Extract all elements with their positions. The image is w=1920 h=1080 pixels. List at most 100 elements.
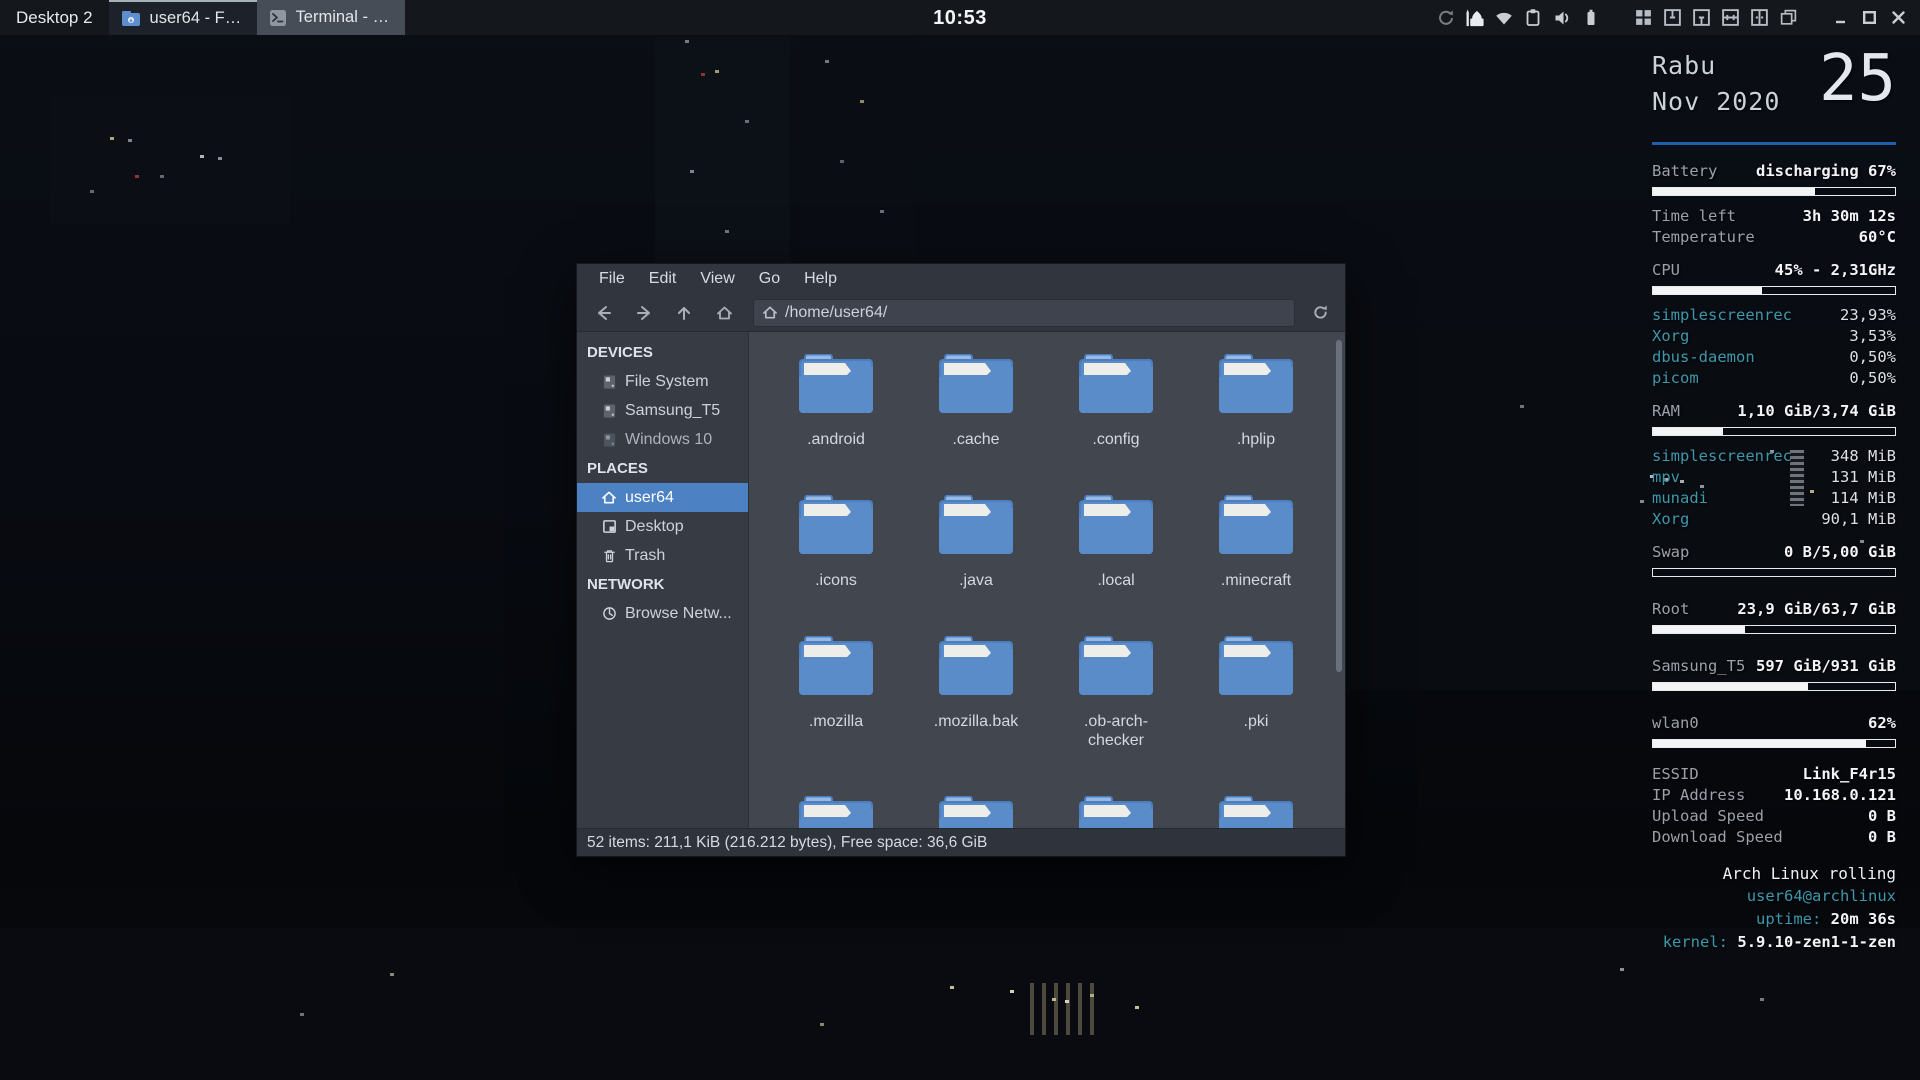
- folder-item[interactable]: .java: [906, 495, 1046, 590]
- up-arrow-icon: [679, 308, 689, 319]
- sync-icon[interactable]: [1436, 7, 1456, 29]
- mosque-icon[interactable]: [1465, 7, 1485, 29]
- folder-icon: [1218, 354, 1294, 419]
- taskbar-task[interactable]: user64 - File ...: [109, 0, 257, 35]
- menu-item-file[interactable]: File: [587, 264, 637, 294]
- wifi-icon[interactable]: [1494, 7, 1514, 29]
- layout-swap-horizontal-icon[interactable]: [1720, 7, 1740, 29]
- folder-item[interactable]: .icons: [766, 495, 906, 590]
- sidebar-item-user64[interactable]: user64: [577, 483, 748, 512]
- process-row: simplescreenrec348 MiB: [1652, 446, 1896, 467]
- sidebar-item-desktop[interactable]: Desktop: [577, 512, 748, 541]
- layout-push-up-icon[interactable]: [1691, 7, 1711, 29]
- folder-item[interactable]: .mozilla.bak: [906, 636, 1046, 750]
- stat-value: 23,93%: [1840, 305, 1896, 326]
- date-divider: [1652, 142, 1896, 145]
- scrollbar-thumb[interactable]: [1336, 340, 1342, 672]
- folder-icon: [1078, 354, 1154, 419]
- folder-name: .mozilla: [809, 712, 863, 731]
- layout-push-down-icon[interactable]: [1662, 7, 1682, 29]
- conky-date: Rabu Nov 2020 25: [1652, 48, 1896, 134]
- folder-item[interactable]: .minecraft: [1186, 495, 1326, 590]
- folder-icon: [1218, 354, 1294, 414]
- stat-label: Xorg: [1652, 326, 1689, 347]
- stat-value: 597 GiB/931 GiB: [1756, 656, 1896, 677]
- folder-item-partial[interactable]: [1046, 796, 1186, 828]
- folder-item[interactable]: .mozilla: [766, 636, 906, 750]
- scrollbar[interactable]: [1335, 336, 1343, 826]
- workspace-label[interactable]: Desktop 2: [0, 0, 109, 35]
- stat-label: Download Speed: [1652, 827, 1783, 848]
- folder-icon: [938, 796, 1014, 828]
- sidebar-item-label: Trash: [625, 541, 665, 570]
- building-silhouette: [0, 928, 1920, 1080]
- stat-label: mpv: [1652, 467, 1680, 488]
- stat-label: IP Address: [1652, 785, 1745, 806]
- stat-bar-fill: [1653, 740, 1866, 747]
- volume-icon[interactable]: [1552, 7, 1572, 29]
- up-button[interactable]: [665, 298, 703, 328]
- layout-grid-icon[interactable]: [1633, 7, 1653, 29]
- folder-item-partial[interactable]: [1186, 796, 1326, 828]
- stat-value: 1,10 GiB/3,74 GiB: [1737, 401, 1896, 422]
- stat-gap: [1652, 701, 1896, 713]
- folder-view: .android .cache .config.hplip .icons.java.l…: [749, 332, 1345, 828]
- home-button[interactable]: [705, 298, 743, 328]
- folder-icon: [1078, 636, 1154, 701]
- refresh-icon: [1312, 304, 1329, 321]
- folder-item[interactable]: .pki: [1186, 636, 1326, 750]
- stat-bar: [1652, 625, 1896, 634]
- folder-icon: [1078, 636, 1154, 696]
- forward-button[interactable]: [625, 298, 663, 328]
- stat-bar: [1652, 568, 1896, 577]
- stat-label: wlan0: [1652, 713, 1699, 734]
- minimize-icon[interactable]: [1830, 7, 1850, 29]
- folder-icon: [1078, 796, 1154, 828]
- building-silhouette: [50, 95, 290, 225]
- menu-item-go[interactable]: Go: [747, 264, 792, 294]
- copy-icon[interactable]: [1778, 7, 1798, 29]
- stat-bar-fill: [1653, 428, 1723, 435]
- menu-item-help[interactable]: Help: [792, 264, 849, 294]
- stat-row: Swap0 B/5,00 GiB: [1652, 542, 1896, 563]
- sidebar-item-windows-10[interactable]: Windows 10: [577, 425, 748, 454]
- folder-item[interactable]: .local: [1046, 495, 1186, 590]
- sidebar-item-file-system[interactable]: File System: [577, 367, 748, 396]
- back-button[interactable]: [585, 298, 623, 328]
- distro-label: Arch Linux rolling: [1652, 862, 1896, 885]
- stat-row: Upload Speed0 B: [1652, 806, 1896, 827]
- folder-item[interactable]: .android: [766, 354, 906, 449]
- folder-item-partial[interactable]: [906, 796, 1046, 828]
- maximize-icon[interactable]: [1859, 7, 1879, 29]
- clipboard-icon[interactable]: [1523, 7, 1543, 29]
- menu-item-view[interactable]: View: [688, 264, 746, 294]
- task-title: user64 - File ...: [150, 9, 245, 28]
- stat-label: Battery: [1652, 161, 1717, 182]
- sidebar-item-browse-netw-[interactable]: Browse Netw...: [577, 599, 748, 628]
- menu-item-edit[interactable]: Edit: [637, 264, 689, 294]
- folder-name: .cache: [952, 430, 999, 449]
- stat-bar-fill: [1653, 683, 1808, 690]
- stat-value: 90,1 MiB: [1821, 509, 1896, 530]
- close-icon[interactable]: [1888, 7, 1908, 29]
- sidebar-item-label: Samsung_T5: [625, 396, 720, 425]
- folder-item[interactable]: .hplip: [1186, 354, 1326, 449]
- sidebar-item-trash[interactable]: Trash: [577, 541, 748, 570]
- user-host-label: user64@archlinux: [1652, 885, 1896, 908]
- folder-item-partial[interactable]: [766, 796, 906, 828]
- taskbar-task[interactable]: Terminal - us...: [257, 0, 405, 35]
- stat-label: dbus-daemon: [1652, 347, 1755, 368]
- stat-bar: [1652, 739, 1896, 748]
- folder-icon: [938, 495, 1014, 555]
- folder-item[interactable]: .ob-arch-checker: [1046, 636, 1186, 750]
- layout-split-vertical-icon[interactable]: [1749, 7, 1769, 29]
- path-bar[interactable]: /home/user64/: [753, 299, 1295, 327]
- refresh-button[interactable]: [1301, 298, 1339, 328]
- path-home-icon: [762, 305, 778, 320]
- folder-item[interactable]: .config: [1046, 354, 1186, 449]
- menu-bar: FileEditViewGoHelp: [577, 264, 1345, 294]
- battery-icon[interactable]: [1581, 7, 1601, 29]
- folder-item[interactable]: .cache: [906, 354, 1046, 449]
- sidebar-header-devices: DEVICES: [577, 338, 748, 367]
- sidebar-item-samsung-t5[interactable]: Samsung_T5: [577, 396, 748, 425]
